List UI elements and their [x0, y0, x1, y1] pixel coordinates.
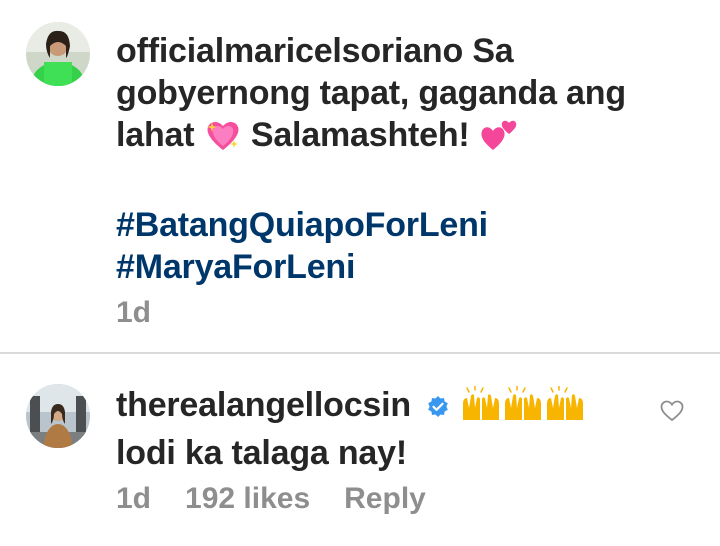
avatar-image [26, 384, 90, 448]
raising-hands-icon [459, 385, 587, 432]
avatar[interactable] [26, 22, 90, 86]
like-heart-icon[interactable] [660, 400, 684, 422]
hashtag-link[interactable]: #BatangQuiapoForLeni [116, 204, 680, 246]
hashtag-link[interactable]: #MaryaForLeni [116, 246, 680, 288]
avatar-image [26, 22, 90, 86]
comment-item: officialmaricelsoriano Sa gobyernong tap… [0, 0, 720, 352]
reply-button[interactable]: Reply [344, 482, 426, 516]
comment-text: lodi ka talaga nay! [116, 434, 407, 472]
comment-body: officialmaricelsoriano Sa gobyernong tap… [116, 30, 680, 288]
avatar[interactable] [26, 384, 90, 448]
verified-badge-icon [426, 387, 450, 429]
comment-text: gobyernong tapat, gaganda ang [116, 74, 626, 112]
two-hearts-icon [479, 116, 519, 162]
comment-item: therealangellocsin lodi ka talaga nay! 1… [0, 354, 720, 546]
username-link[interactable]: officialmaricelsoriano [116, 32, 463, 70]
likes-count[interactable]: 192 likes [185, 482, 310, 516]
timestamp: 1d [116, 482, 152, 515]
comment-meta: 1d 192 likes Reply [116, 482, 426, 516]
comment-text: lahat [116, 116, 195, 154]
username-link[interactable]: therealangellocsin [116, 386, 411, 424]
comment-text: Salamashteh! [250, 116, 470, 154]
sparkling-heart-icon [204, 118, 242, 162]
comment-body: therealangellocsin lodi ka talaga nay! [116, 384, 680, 474]
comment-text: Sa [472, 32, 514, 70]
timestamp: 1d [116, 296, 152, 329]
comment-meta: 1d [116, 296, 151, 330]
